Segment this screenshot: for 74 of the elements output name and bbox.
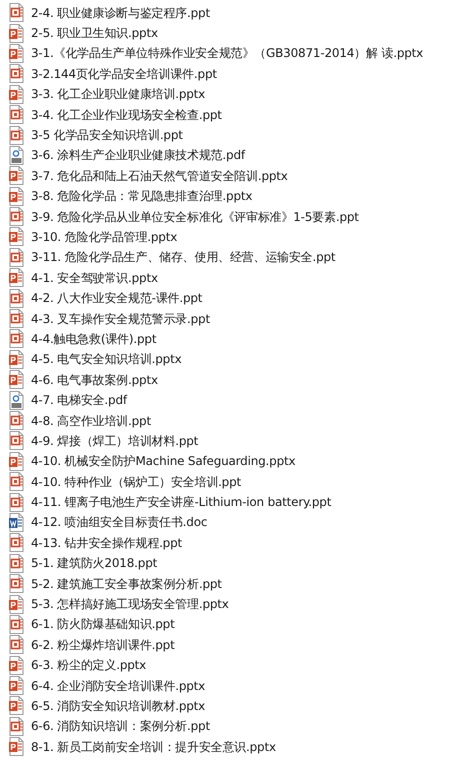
file-name[interactable]: 3-8. 危险化学品：常见隐患排查治理.pptx [31,188,252,206]
presentation-file-icon [9,350,25,370]
presentation-file-icon [9,635,25,656]
file-name[interactable]: 3-6. 涂料生产企业职业健康技术规范.pdf [31,147,245,164]
file-name[interactable]: 3-7. 危化品和陆上石油天然气管道安全陪训.pptx [31,168,288,185]
pdf-file-icon [9,390,25,411]
file-name[interactable]: 4-1. 安全驾驶常识.pptx [31,270,158,287]
pdf-file-icon [9,146,25,166]
presentation-file-icon [9,452,25,472]
presentation-file-icon [9,105,25,126]
presentation-file-icon [9,411,25,431]
file-name[interactable]: 4-9. 焊接（焊工）培训材料.ppt [31,432,198,450]
presentation-file-icon [9,431,25,452]
file-name[interactable]: 5-1. 建筑防火2018.ppt [31,555,158,572]
file-name[interactable]: 5-3. 怎样搞好施工现场安全管理.pptx [31,596,229,614]
file-name[interactable]: 3-4. 化工企业作业现场安全检查.ppt [31,106,222,124]
file-name[interactable]: 6-1. 防火防爆基础知识.ppt [31,616,175,634]
presentation-file-icon [9,3,25,24]
file-name[interactable]: 8-1. 新员工岗前安全培训：提升安全意识.pptx [31,738,276,756]
presentation-file-icon [9,186,25,207]
presentation-file-icon [9,44,25,64]
file-name[interactable]: 4-6. 电气事故案例.pptx [31,372,158,389]
document-file-icon [9,512,25,533]
file-name[interactable]: 6-5. 消防安全知识培训教材.pptx [31,698,206,715]
file-name[interactable]: 3-5 化学品安全知识培训.ppt [31,127,183,144]
presentation-file-icon [9,574,25,594]
presentation-file-icon [9,614,25,635]
file-name[interactable]: 4-4.触电急救(课件).ppt [31,330,156,348]
presentation-file-icon [9,248,25,268]
file-name[interactable]: 3-3. 化工企业职业健康培训.pptx [31,86,206,104]
file-name[interactable]: 4-5. 电气安全知识培训.pptx [31,351,182,368]
file-name[interactable]: 3-9. 危险化学品从业单位安全标准化《评审标准》1-5要素.ppt [31,208,359,226]
file-name[interactable]: 6-6. 消防知识培训：案例分析.ppt [31,718,210,736]
presentation-file-icon [9,492,25,513]
file-name[interactable]: 4-8. 高空作业培训.ppt [31,412,151,430]
file-name[interactable]: 6-3. 粉尘的定义.pptx [31,657,146,674]
presentation-file-icon [9,533,25,554]
presentation-file-icon [9,227,25,248]
presentation-file-icon [9,309,25,330]
presentation-file-icon [9,329,25,350]
presentation-file-icon [9,24,25,44]
file-name[interactable]: 4-3. 叉车操作安全规范警示录.ppt [31,310,210,328]
file-name[interactable]: 4-13. 钻井安全操作规程.ppt [31,534,182,552]
file-name[interactable]: 5-2. 建筑施工安全事故案例分析.ppt [31,576,222,593]
file-name[interactable]: 2-4. 职业健康诊断与鉴定程序.ppt [31,4,210,22]
file-name[interactable]: 6-2. 粉尘爆炸培训课件.ppt [31,636,175,654]
presentation-file-icon [9,696,25,716]
file-name[interactable]: 4-2. 八大作业安全规范-课件.ppt [31,290,202,308]
presentation-file-icon [9,64,25,84]
presentation-file-icon [9,554,25,574]
presentation-file-icon [9,472,25,492]
presentation-file-icon [9,166,25,186]
file-name[interactable]: 2-5. 职业卫生知识.pptx [31,25,158,42]
file-name[interactable]: 4-11. 锂离子电池生产安全讲座-Lithium-ion battery.ppt [31,494,332,512]
presentation-file-icon [9,126,25,146]
presentation-file-icon [9,737,25,758]
presentation-file-icon [9,594,25,615]
file-name[interactable]: 3-10. 危险化学品管理.pptx [31,228,178,246]
file-name[interactable]: 3-1.《化学品生产单位特殊作业安全规范》（GB30871-2014）解 读.pptx [31,45,424,62]
presentation-file-icon [9,656,25,676]
presentation-file-icon [9,716,25,737]
presentation-file-icon [9,370,25,390]
file-name[interactable]: 4-12. 喷油组安全目标责任书.doc [31,514,208,532]
presentation-file-icon [9,207,25,228]
file-name[interactable]: 3-2.144页化学品安全培训课件.ppt [31,66,217,83]
file-name[interactable]: 4-7. 电梯安全.pdf [31,392,127,410]
file-name[interactable]: 4-10. 机械安全防护Machine Safeguarding.pptx [31,453,296,470]
presentation-file-icon [9,84,25,105]
file-name[interactable]: 4-10. 特种作业（锅炉工）安全培训.ppt [31,474,242,491]
presentation-file-icon [9,676,25,696]
file-name[interactable]: 6-4. 企业消防安全培训课件.pptx [31,678,206,695]
presentation-file-icon [9,288,25,309]
presentation-file-icon [9,268,25,288]
file-name[interactable]: 3-11. 危险化学品生产、储存、使用、经营、运输安全.ppt [31,249,336,266]
